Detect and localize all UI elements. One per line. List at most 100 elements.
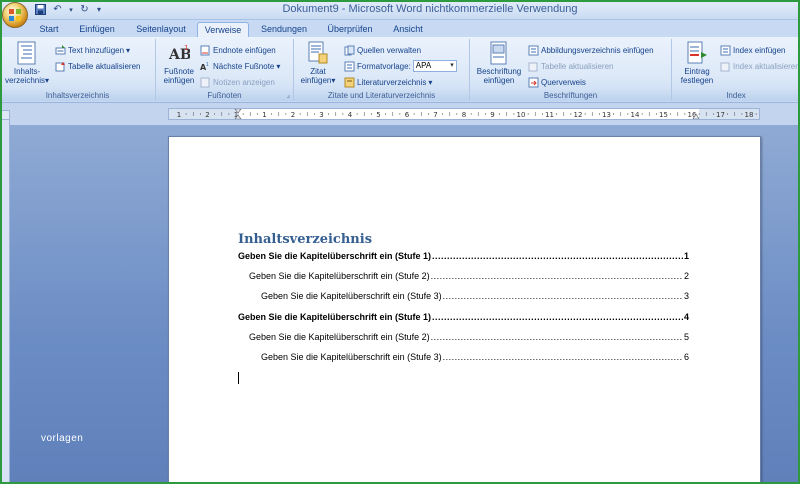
footnote-icon: AB 1	[168, 41, 190, 65]
tab-ansicht[interactable]: Ansicht	[388, 22, 428, 37]
horizontal-ruler[interactable]: 1 2 1 1 2 3 4 5 6 7 8 9 10 11 12 13 14 15 16 17 18	[168, 108, 760, 120]
vertical-ruler[interactable]	[0, 110, 10, 484]
svg-text:1: 1	[184, 44, 188, 52]
group-inhaltsverzeichnis: Inhalts- verzeichnis▾ Text hinzufügen ▾ …	[0, 39, 156, 101]
chevron-down-icon: ▾	[126, 45, 131, 55]
mark-entry-icon	[686, 41, 708, 65]
ribbon: Inhalts- verzeichnis▾ Text hinzufügen ▾ …	[0, 37, 800, 103]
naechste-fussnote-label: Nächste Fußnote	[213, 61, 275, 71]
toc-entry-page: 5	[683, 332, 689, 342]
toc-entry-page: 4	[683, 312, 689, 322]
ruler-number: 15	[659, 111, 668, 119]
office-logo-icon	[9, 9, 21, 21]
toc-entry-text: Geben Sie die Kapitelüberschrift ein (St…	[249, 332, 430, 342]
toc-entry[interactable]: Geben Sie die Kapitelüberschrift ein (St…	[261, 352, 689, 364]
text-hinzufuegen-button[interactable]: Text hinzufügen ▾	[55, 43, 130, 57]
notizen-anzeigen-button[interactable]: Notizen anzeigen	[200, 75, 275, 89]
ruler-number: 10	[517, 111, 526, 119]
tabelle-aktualisieren-label: Tabelle aktualisieren	[68, 61, 141, 71]
chevron-down-icon: ▾	[331, 76, 336, 85]
toc-entry-text: Geben Sie die Kapitelüberschrift ein (St…	[261, 352, 442, 362]
zitat-label-2: einfügen	[300, 76, 332, 85]
manage-sources-icon	[344, 45, 355, 56]
fussnote-label-1: Fußnote	[164, 67, 194, 76]
zitat-label-1: Zitat	[310, 67, 326, 76]
style-icon	[344, 61, 355, 72]
tab-ueberpruefen[interactable]: Überprüfen	[321, 22, 379, 37]
quellen-verwalten-button[interactable]: Quellen verwalten	[344, 43, 421, 57]
formatvorlage-label: Formatvorlage:	[357, 61, 411, 71]
tab-seitenlayout[interactable]: Seitenlayout	[130, 22, 192, 37]
refresh-icon	[720, 61, 731, 72]
beschriftung-einfuegen-button[interactable]: Beschriftung einfügen	[472, 41, 526, 85]
querverweis-label: Querverweis	[541, 77, 586, 87]
toc-entry-page: 2	[683, 271, 689, 281]
toc-entry-text: Geben Sie die Kapitelüberschrift ein (St…	[238, 251, 432, 261]
beschriftung-tabelle-aktualisieren-button[interactable]: Tabelle aktualisieren	[528, 59, 614, 73]
citation-icon	[307, 41, 329, 65]
office-button[interactable]	[2, 2, 28, 28]
naechste-fussnote-button[interactable]: A1 Nächste Fußnote ▾	[200, 59, 280, 73]
inhaltsverzeichnis-label-1: Inhalts-	[13, 67, 41, 76]
ruler-number: 1	[262, 111, 266, 119]
toc-entry[interactable]: Geben Sie die Kapitelüberschrift ein (St…	[249, 332, 689, 344]
toc-entry[interactable]: Geben Sie die Kapitelüberschrift ein (St…	[261, 291, 689, 303]
toc-leader: ........................................…	[432, 312, 683, 322]
fussnote-einfuegen-button[interactable]: AB 1 Fußnote einfügen	[158, 41, 200, 85]
toc-leader: ........................................…	[442, 291, 683, 301]
ruler-number: 17	[716, 111, 725, 119]
tab-sendungen[interactable]: Sendungen	[256, 22, 312, 37]
toc-entry[interactable]: Geben Sie die Kapitelüberschrift ein (St…	[238, 312, 689, 324]
ruler-number: 13	[602, 111, 611, 119]
eintrag-label-1: Eintrag	[684, 67, 710, 76]
eintrag-festlegen-button[interactable]: Eintrag festlegen	[676, 41, 718, 85]
literaturverzeichnis-label: Literaturverzeichnis	[357, 77, 427, 87]
ribbon-tab-bar: Start Einfügen Seitenlayout Verweise Sen…	[0, 20, 800, 37]
tabelle-aktualisieren-button[interactable]: Tabelle aktualisieren	[55, 59, 141, 73]
toc-entry[interactable]: Geben Sie die Kapitelüberschrift ein (St…	[238, 251, 689, 263]
index-einfuegen-label: Index einfügen	[733, 45, 786, 55]
group-index: Eintrag festlegen Index einfügen Index a…	[672, 39, 800, 101]
toc-leader: ........................................…	[432, 251, 683, 261]
group-fussnoten: AB 1 Fußnote einfügen Endnote einfügen A1…	[156, 39, 294, 101]
zitat-einfuegen-button[interactable]: Zitat einfügen▾	[296, 41, 340, 85]
tab-verweise[interactable]: Verweise	[197, 22, 249, 37]
toc-entry[interactable]: Geben Sie die Kapitelüberschrift ein (St…	[249, 271, 689, 283]
refresh-icon	[55, 61, 66, 72]
cross-reference-icon	[528, 77, 539, 88]
ruler-tab-selector[interactable]	[0, 110, 10, 120]
tab-start[interactable]: Start	[33, 22, 65, 37]
ruler-number: 11	[545, 111, 554, 119]
table-of-figures-icon	[528, 45, 539, 56]
beschriftung-label-2: einfügen	[483, 76, 515, 85]
index-einfuegen-button[interactable]: Index einfügen	[720, 43, 786, 57]
index-aktualisieren-button[interactable]: Index aktualisieren	[720, 59, 800, 73]
ruler-number: 9	[490, 111, 494, 119]
dialog-launcher-icon[interactable]: ⌟	[287, 90, 290, 101]
tab-einfuegen[interactable]: Einfügen	[73, 22, 121, 37]
toc-entry-page: 1	[683, 251, 689, 261]
formatvorlage-select[interactable]: Formatvorlage: APA	[344, 59, 457, 73]
toc-title: Inhaltsverzeichnis	[238, 232, 373, 247]
ruler-number: 12	[574, 111, 583, 119]
table-of-contents-icon	[16, 41, 38, 65]
title-bar: ↶ ▾ ↻ ▾ Dokument9 - Microsoft Word nicht…	[0, 0, 800, 20]
toc-entry-text: Geben Sie die Kapitelüberschrift ein (St…	[261, 291, 442, 301]
querverweis-button[interactable]: Querverweis	[528, 75, 586, 89]
text-hinzufuegen-label: Text hinzufügen	[68, 45, 125, 55]
toc-entry-text: Geben Sie die Kapitelüberschrift ein (St…	[238, 312, 432, 322]
literaturverzeichnis-button[interactable]: Literaturverzeichnis ▾	[344, 75, 432, 89]
ruler-number: 2	[291, 111, 295, 119]
inhaltsverzeichnis-button[interactable]: Inhalts- verzeichnis▾	[4, 41, 50, 85]
ruler-number: 7	[433, 111, 437, 119]
endnote-einfuegen-button[interactable]: Endnote einfügen	[200, 43, 276, 57]
ruler-number: 6	[405, 111, 410, 119]
abbildungsverzeichnis-button[interactable]: Abbildungsverzeichnis einfügen	[528, 43, 654, 57]
refresh-icon	[528, 61, 539, 72]
document-page[interactable]	[168, 136, 761, 484]
watermark-text: vorlagen	[41, 433, 84, 444]
formatvorlage-value[interactable]: APA	[412, 60, 457, 72]
group-label-fussnoten: Fußnoten ⌟	[156, 90, 293, 101]
beschriftung-label-1: Beschriftung	[476, 67, 522, 76]
insert-index-icon	[720, 45, 731, 56]
